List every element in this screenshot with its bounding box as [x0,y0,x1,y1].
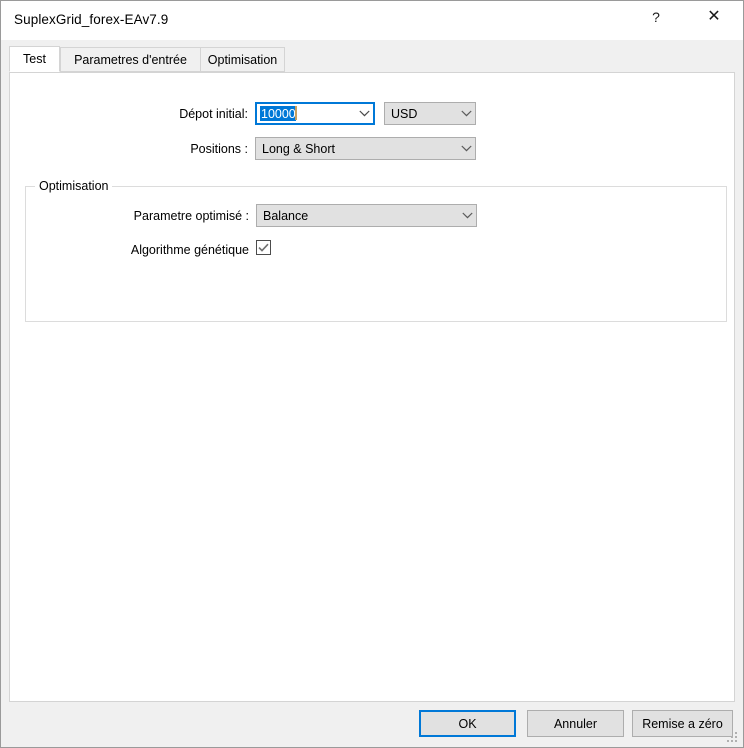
tab-label: Parametres d'entrée [74,53,187,67]
ok-button-label: OK [458,717,476,731]
cancel-button-label: Annuler [554,717,597,731]
reset-button-label: Remise a zéro [642,717,723,731]
chevron-down-icon[interactable] [355,110,373,117]
tab-strip: Test Parametres d'entrée Optimisation [9,47,735,73]
footer-bar: OK Annuler Remise a zéro [1,703,743,747]
positions-label: Positions : [70,142,248,156]
resize-grip[interactable] [727,732,739,744]
chevron-down-icon [457,145,475,152]
deposit-input[interactable]: 10000 [255,102,375,125]
tab-label: Optimisation [208,53,277,67]
tab-label: Test [23,52,46,66]
tab-parametres-d-entree[interactable]: Parametres d'entrée [60,47,201,72]
deposit-label: Dépot initial: [70,107,248,121]
positions-value: Long & Short [256,142,457,156]
genetic-algorithm-checkbox[interactable] [256,240,271,255]
title-bar: SuplexGrid_forex-EAv7.9 ? ✕ [1,1,743,40]
checkmark-icon [258,243,269,252]
cancel-button[interactable]: Annuler [527,710,624,737]
tab-optimisation[interactable]: Optimisation [200,47,285,72]
chevron-down-icon [458,212,476,219]
optimisation-group: Optimisation Parametre optimisé : Balanc… [25,186,727,322]
chevron-down-icon [457,110,475,117]
text-caret [295,106,297,120]
optimized-param-label: Parametre optimisé : [71,209,249,223]
deposit-value: 10000 [260,106,296,121]
tab-test[interactable]: Test [9,46,60,72]
optimisation-group-title: Optimisation [35,179,112,193]
close-button[interactable]: ✕ [691,1,737,32]
optimized-param-dropdown[interactable]: Balance [256,204,477,227]
currency-value: USD [385,107,457,121]
question-mark-icon: ? [652,10,660,24]
tab-content-panel: Dépot initial: 10000 USD Positions : Lon… [9,72,735,702]
positions-dropdown[interactable]: Long & Short [255,137,476,160]
help-button[interactable]: ? [633,1,679,32]
optimized-param-value: Balance [257,209,458,223]
close-icon: ✕ [707,9,720,25]
ok-button[interactable]: OK [419,710,516,737]
deposit-value-wrapper: 10000 [257,106,355,121]
reset-button[interactable]: Remise a zéro [632,710,733,737]
dialog-window: SuplexGrid_forex-EAv7.9 ? ✕ Test Paramet… [0,0,744,748]
genetic-algorithm-label: Algorithme génétique [71,243,249,257]
currency-dropdown[interactable]: USD [384,102,476,125]
window-title: SuplexGrid_forex-EAv7.9 [14,12,168,27]
